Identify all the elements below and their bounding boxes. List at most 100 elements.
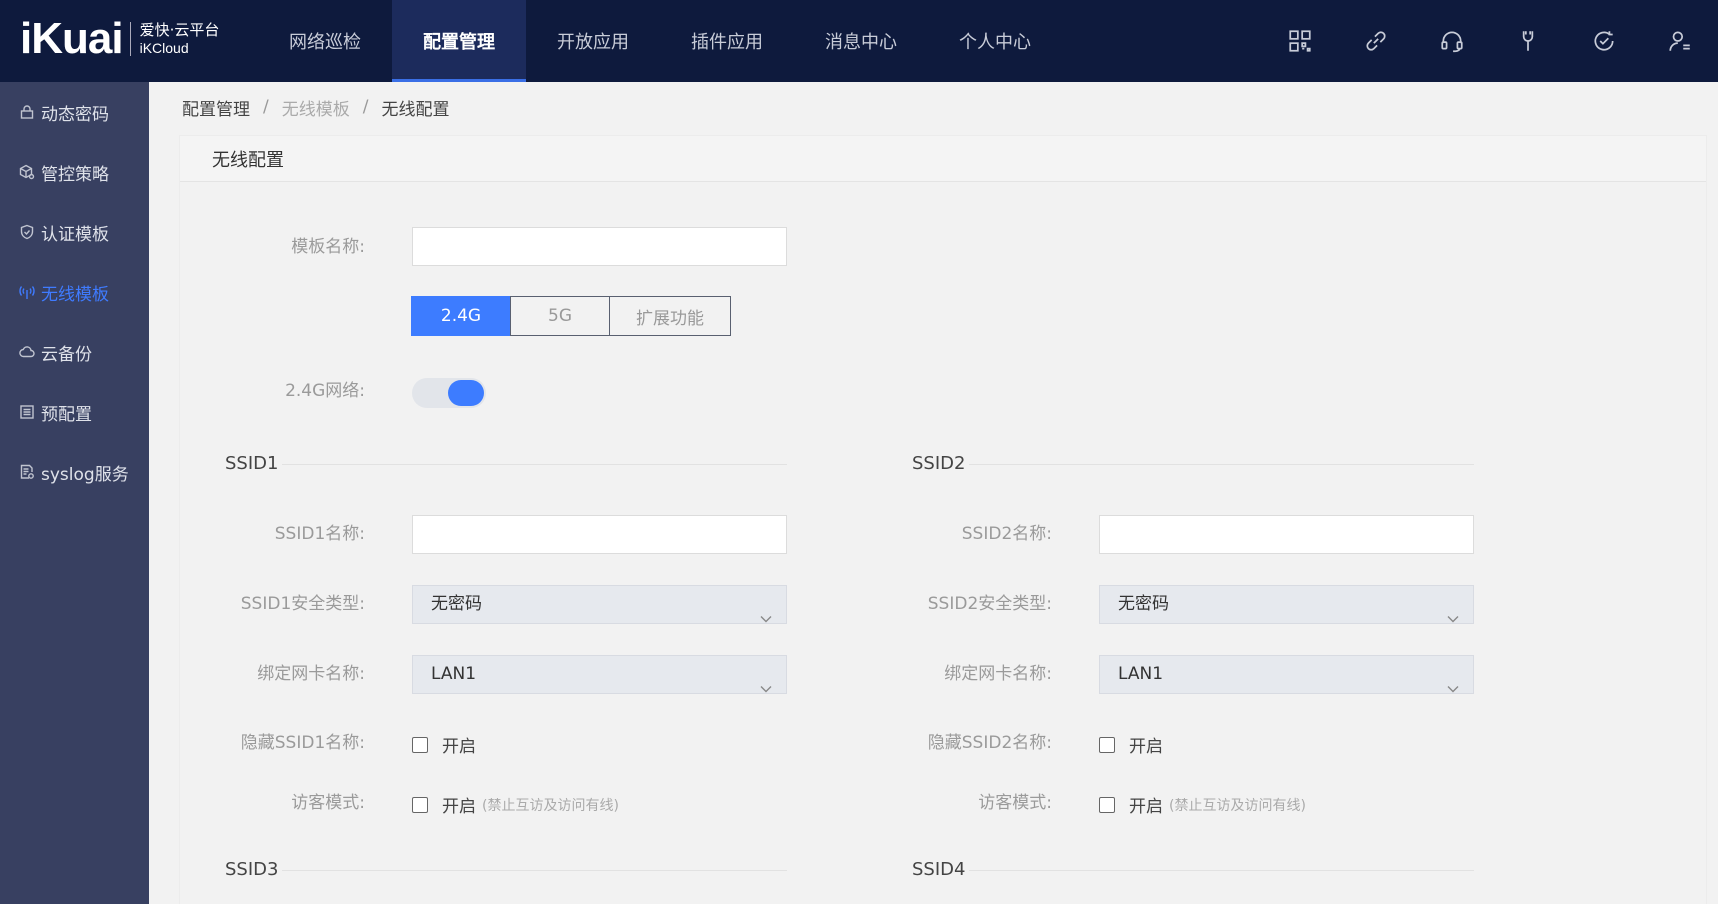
ssid1-guest-label: 访客模式: [291,793,365,813]
ssid1-hide-checkbox-row: 开启 [412,732,476,757]
sidebar: 动态密码 管控策略 认证模板 无线模板 云备份 预配置 syslog服务 [0,82,149,904]
select-value: LAN1 [1118,664,1164,684]
section-divider [282,464,787,465]
nav-config-management[interactable]: 配置管理 [392,0,526,82]
ssid2-name-label: SSID2名称: [961,524,1052,544]
network-2-4g-toggle[interactable] [412,378,486,408]
chevron-down-icon [1447,600,1459,623]
logo-en: iKCloud [139,39,189,56]
toggle-knob [448,380,484,406]
top-bar: iKuai 爱快·云平台 iKCloud 网络巡检 配置管理 开放应用 插件应用… [0,0,1718,82]
ssid1-nic-label: 绑定网卡名称: [257,664,365,684]
section-divider [969,870,1474,871]
main-nav: 网络巡检 配置管理 开放应用 插件应用 消息中心 个人中心 [258,0,1062,82]
wrench-icon[interactable] [1490,0,1566,82]
checkbox-label: 开启 [1129,797,1163,817]
breadcrumb: 配置管理 / 无线模板 / 无线配置 [182,95,449,120]
select-value: LAN1 [431,664,477,684]
tab-2-4g[interactable]: 2.4G [411,296,511,336]
section-divider [282,870,787,871]
ssid1-nic-select[interactable]: LAN1 [412,655,787,694]
link-icon[interactable] [1338,0,1414,82]
document-gear-icon [17,462,37,482]
sidebar-item-label: syslog服务 [41,464,129,485]
breadcrumb-config-management[interactable]: 配置管理 [182,95,250,120]
chevron-down-icon [760,670,772,693]
ssid2-nic-select[interactable]: LAN1 [1099,655,1474,694]
breadcrumb-wireless-template[interactable]: 无线模板 [282,95,350,120]
template-name-input[interactable] [412,227,787,266]
sidebar-item-label: 动态密码 [41,104,109,125]
ssid2-guest-checkbox[interactable] [1099,796,1115,813]
user-icon[interactable] [1642,0,1718,82]
cloud-icon [17,342,37,362]
logo-cn: 爱快·云平台 [139,21,220,40]
band-tabs: 2.4G 5G 扩展功能 [411,296,731,336]
sidebar-item-label: 云备份 [41,344,92,365]
sidebar-item-dynamic-password[interactable]: 动态密码 [0,82,149,142]
list-icon [17,402,37,422]
guest-mode-note: (禁止互访及访问有线) [1169,797,1306,814]
ssid1-guest-checkbox[interactable] [412,796,428,813]
guest-mode-note: (禁止互访及访问有线) [482,797,619,814]
checkbox-label: 开启 [1129,737,1163,757]
sidebar-item-cloud-backup[interactable]: 云备份 [0,322,149,382]
sidebar-item-label: 认证模板 [41,224,109,245]
ssid2-guest-label: 访客模式: [978,793,1052,813]
ssid1-name-label: SSID1名称: [274,524,365,544]
ssid2-hide-checkbox[interactable] [1099,736,1115,753]
wifi-icon [17,282,37,302]
select-value: 无密码 [1118,594,1169,614]
refresh-check-icon[interactable] [1566,0,1642,82]
ssid2-nic-label: 绑定网卡名称: [944,664,1052,684]
ssid2-security-select[interactable]: 无密码 [1099,585,1474,624]
logo-subtitle: 爱快·云平台 iKCloud [139,21,220,56]
ssid1-hide-checkbox[interactable] [412,736,428,753]
sidebar-item-label: 管控策略 [41,164,109,185]
ssid2-guest-checkbox-row: 开启 (禁止互访及访问有线) [1099,792,1306,817]
select-value: 无密码 [431,594,482,614]
nav-message-center[interactable]: 消息中心 [794,0,928,82]
sidebar-item-label: 预配置 [41,404,92,425]
ssid1-hide-label: 隐藏SSID1名称: [240,733,365,753]
nav-plugin-apps[interactable]: 插件应用 [660,0,794,82]
logo-divider [129,22,131,56]
sidebar-item-wireless-template[interactable]: 无线模板 [0,262,149,322]
sidebar-item-preconfig[interactable]: 预配置 [0,382,149,442]
sidebar-item-syslog[interactable]: syslog服务 [0,442,149,502]
breadcrumb-separator: / [263,97,269,117]
ssid1-guest-checkbox-row: 开启 (禁止互访及访问有线) [412,792,619,817]
section-divider [969,464,1474,465]
tab-5g[interactable]: 5G [510,296,610,336]
chevron-down-icon [1447,670,1459,693]
lock-icon [17,102,37,122]
ssid1-security-label: SSID1安全类型: [240,594,365,614]
checkbox-label: 开启 [442,737,476,757]
ssid2-name-input[interactable] [1099,515,1474,554]
nav-open-apps[interactable]: 开放应用 [526,0,660,82]
ssid1-name-input[interactable] [412,515,787,554]
top-icon-bar [1262,0,1718,82]
sidebar-item-control-policy[interactable]: 管控策略 [0,142,149,202]
sidebar-item-label: 无线模板 [41,284,109,305]
ssid2-hide-checkbox-row: 开启 [1099,732,1163,757]
ssid3-section-title: SSID3 [225,859,279,880]
logo[interactable]: iKuai 爱快·云平台 iKCloud [20,14,219,64]
panel-title: 无线配置 [180,136,1706,182]
ssid1-section-title: SSID1 [225,453,279,474]
headset-icon[interactable] [1414,0,1490,82]
tab-extended-features[interactable]: 扩展功能 [609,296,731,336]
ssid2-hide-label: 隐藏SSID2名称: [927,733,1052,753]
nav-network-inspection[interactable]: 网络巡检 [258,0,392,82]
shield-icon [17,222,37,242]
ssid2-section-title: SSID2 [912,453,966,474]
template-name-label: 模板名称: [291,237,365,257]
ssid1-security-select[interactable]: 无密码 [412,585,787,624]
grid-icon[interactable] [1262,0,1338,82]
ssid2-security-label: SSID2安全类型: [927,594,1052,614]
breadcrumb-separator: / [362,97,369,117]
sidebar-item-auth-template[interactable]: 认证模板 [0,202,149,262]
chevron-down-icon [760,600,772,623]
network-2-4g-label: 2.4G网络: [285,381,365,401]
nav-personal-center[interactable]: 个人中心 [928,0,1062,82]
